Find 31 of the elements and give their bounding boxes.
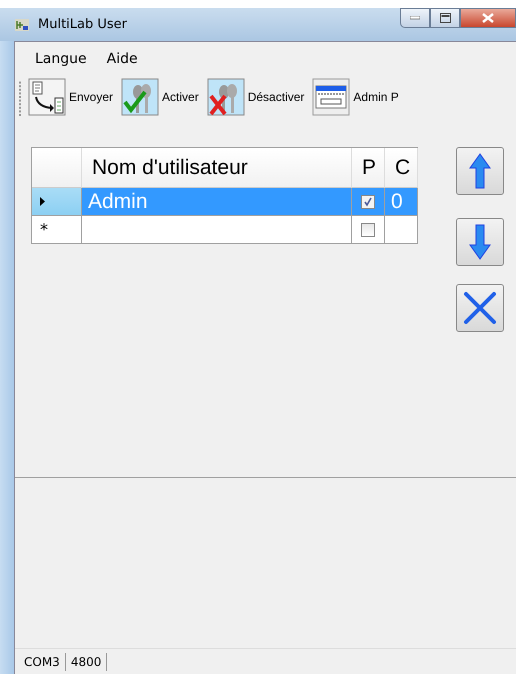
keys-cross-icon [206, 78, 245, 116]
status-field: 4800 [66, 652, 108, 670]
checkbox[interactable] [361, 194, 375, 208]
minimize-button[interactable] [400, 8, 430, 28]
checkbox[interactable] [361, 222, 375, 236]
toolbar-button[interactable]: Activer [119, 78, 201, 116]
side-button[interactable] [456, 218, 504, 266]
toolbar-button[interactable]: Désactiver [204, 78, 306, 116]
current-row-icon [40, 197, 45, 206]
table-cell[interactable] [82, 216, 352, 244]
app-icon [14, 16, 30, 32]
close-button[interactable] [460, 8, 516, 28]
menu-item[interactable]: Langue [33, 50, 89, 68]
up-arrow-icon [467, 153, 493, 189]
window-title: MultiLab User [38, 17, 128, 32]
maximize-icon [440, 13, 450, 23]
close-icon [482, 13, 494, 23]
keys-check-icon [121, 78, 160, 116]
down-arrow-icon [467, 224, 493, 260]
toolbar-button[interactable]: Admin P [310, 78, 401, 116]
new-row-mark: * [40, 220, 48, 239]
status-field: COM3 [19, 652, 66, 670]
side-button[interactable] [456, 284, 504, 332]
table-cell[interactable] [385, 216, 418, 244]
minimize-icon [410, 16, 420, 20]
dialog-window-icon [312, 78, 350, 116]
maximize-button[interactable] [430, 8, 460, 28]
row-header[interactable]: * [32, 216, 82, 244]
menu-item[interactable]: Aide [104, 50, 140, 68]
toolbar-button[interactable]: Envoyer [26, 78, 116, 116]
side-button[interactable] [456, 147, 504, 195]
